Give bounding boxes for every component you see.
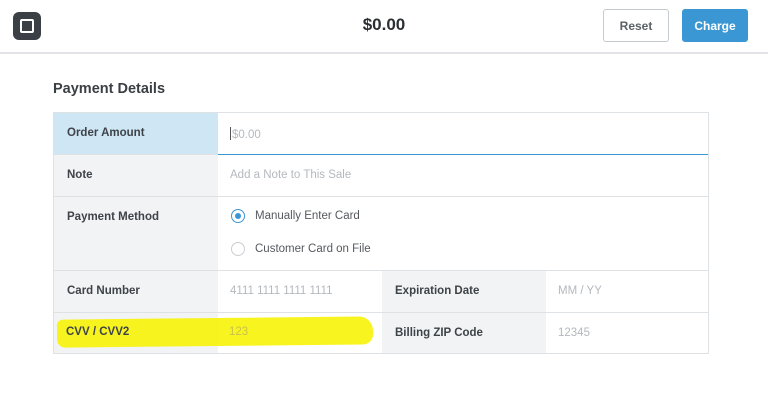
radio-customer-card-on-file[interactable] bbox=[231, 242, 245, 256]
cvv-label-text: CVV / CVV2 bbox=[66, 326, 130, 338]
order-amount-row: Order Amount $0.00 bbox=[54, 113, 708, 155]
note-row: Note Add a Note to This Sale bbox=[54, 155, 708, 197]
note-label: Note bbox=[54, 155, 218, 196]
option-customer-card-on-file-label[interactable]: Customer Card on File bbox=[255, 243, 371, 255]
billing-zip-label: Billing ZIP Code bbox=[382, 313, 546, 353]
order-amount-input[interactable]: $0.00 bbox=[218, 113, 708, 154]
note-input[interactable]: Add a Note to This Sale bbox=[218, 155, 708, 196]
charge-button[interactable]: Charge bbox=[682, 9, 748, 42]
payment-method-label: Payment Method bbox=[54, 197, 218, 270]
billing-zip-input[interactable]: 12345 bbox=[546, 313, 708, 353]
card-number-input[interactable]: 4111 1111 1111 1111 bbox=[218, 271, 382, 312]
top-bar: $0.00 Reset Charge bbox=[0, 0, 768, 54]
radio-manually-enter-card[interactable] bbox=[231, 209, 245, 223]
reset-button[interactable]: Reset bbox=[603, 9, 669, 42]
cvv-placeholder-text[interactable]: 123 bbox=[229, 326, 248, 338]
section-title: Payment Details bbox=[53, 81, 166, 97]
expiration-date-label: Expiration Date bbox=[382, 271, 546, 312]
payment-method-row: Payment Method Manually Enter Card Custo… bbox=[54, 197, 708, 271]
expiration-date-input[interactable]: MM / YY bbox=[546, 271, 708, 312]
order-amount-label: Order Amount bbox=[54, 113, 218, 154]
card-number-row: Card Number 4111 1111 1111 1111 Expirati… bbox=[54, 271, 708, 313]
payment-method-options: Manually Enter Card Customer Card on Fil… bbox=[218, 197, 708, 270]
option-manually-enter-card-label[interactable]: Manually Enter Card bbox=[255, 210, 360, 222]
card-number-label: Card Number bbox=[54, 271, 218, 312]
